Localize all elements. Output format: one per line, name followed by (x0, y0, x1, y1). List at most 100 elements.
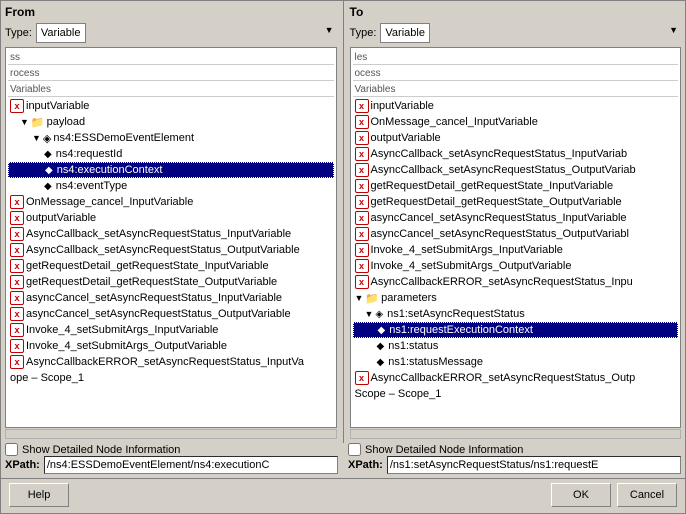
to-type-select-wrapper[interactable]: Variable (380, 23, 681, 43)
from-tree[interactable]: ss rocess Variables x inputVariable ▼ 📁 (5, 47, 337, 428)
var-icon: x (10, 275, 24, 289)
from-xpath-row: XPath: (5, 456, 338, 474)
from-item-asynccancel-in[interactable]: x asyncCancel_setAsyncRequestStatus_Inpu… (8, 290, 334, 306)
to-item-asynccancel-in[interactable]: x asyncCancel_setAsyncRequestStatus_Inpu… (353, 210, 679, 226)
from-item-label: Invoke_4_setSubmitArgs_InputVariable (26, 324, 218, 336)
to-item-getreq-in[interactable]: x getRequestDetail_getRequestState_Input… (353, 178, 679, 194)
to-item-label: Scope – Scope_1 (355, 388, 442, 400)
to-xpath-label: XPath: (348, 459, 383, 471)
to-hscroll[interactable] (350, 429, 682, 439)
from-item-invoke4-out[interactable]: x Invoke_4_setSubmitArgs_OutputVariable (8, 338, 334, 354)
to-type-select[interactable]: Variable (380, 23, 430, 43)
from-item-label: ns4:executionContext (57, 164, 163, 176)
from-item-getreq-in[interactable]: x getRequestDetail_getRequestState_Input… (8, 258, 334, 274)
from-item-label: ope – Scope_1 (10, 372, 84, 384)
to-xpath-input[interactable] (387, 456, 681, 474)
to-item-asyncerror[interactable]: x AsyncCallbackERROR_setAsyncRequestStat… (353, 274, 679, 290)
var-icon: x (355, 211, 369, 225)
to-item-label: Invoke_4_setSubmitArgs_InputVariable (371, 244, 563, 256)
to-item-onmessage[interactable]: x OnMessage_cancel_InputVariable (353, 114, 679, 130)
from-type-select-wrapper[interactable]: Variable (36, 23, 337, 43)
from-tree-inner: ss rocess Variables x inputVariable ▼ 📁 (6, 48, 336, 388)
from-item-payload[interactable]: ▼ 📁 payload (8, 114, 334, 130)
from-item-label: AsyncCallback_setAsyncRequestStatus_Inpu… (26, 228, 291, 240)
var-icon: x (10, 195, 24, 209)
to-item-asyncerror2[interactable]: x AsyncCallbackERROR_setAsyncRequestStat… (353, 370, 679, 386)
from-tree-container: ss rocess Variables x inputVariable ▼ 📁 (5, 47, 337, 439)
from-item-label: getRequestDetail_getRequestState_InputVa… (26, 260, 269, 272)
from-item-label: ns4:ESSDemoEventElement (53, 132, 194, 144)
to-item-label: OnMessage_cancel_InputVariable (371, 116, 538, 128)
to-show-detail-checkbox[interactable] (348, 443, 361, 456)
from-item-label: payload (47, 116, 86, 128)
help-button[interactable]: Help (9, 483, 69, 507)
to-item-scope1[interactable]: Scope – Scope_1 (353, 386, 679, 402)
from-header2: rocess (8, 66, 334, 81)
to-item-label: ns1:status (388, 340, 438, 352)
from-item-inputVariable[interactable]: x inputVariable (8, 98, 334, 114)
to-item-outputvar[interactable]: x outputVariable (353, 130, 679, 146)
from-item-asyncerror[interactable]: x AsyncCallbackERROR_setAsyncRequestStat… (8, 354, 334, 370)
from-item-ns4eventtype[interactable]: ◆ ns4:eventType (8, 178, 334, 194)
to-item-asynccb-out[interactable]: x AsyncCallback_setAsyncRequestStatus_Ou… (353, 162, 679, 178)
to-item-asynccancel-out[interactable]: x asyncCancel_setAsyncRequestStatus_Outp… (353, 226, 679, 242)
var-icon: x (10, 323, 24, 337)
to-item-label: AsyncCallback_setAsyncRequestStatus_Outp… (371, 164, 636, 176)
from-type-select[interactable]: Variable (36, 23, 86, 43)
var-icon: x (355, 227, 369, 241)
var-icon: x (355, 131, 369, 145)
from-item-asynccb-in[interactable]: x AsyncCallback_setAsyncRequestStatus_In… (8, 226, 334, 242)
from-item-scope1[interactable]: ope – Scope_1 (8, 370, 334, 386)
to-item-getreq-out[interactable]: x getRequestDetail_getRequestState_Outpu… (353, 194, 679, 210)
to-item-parameters[interactable]: ▼ 📁 parameters (353, 290, 679, 306)
btn-right-group: OK Cancel (551, 483, 677, 507)
to-item-label: outputVariable (371, 132, 441, 144)
to-panel: To Type: Variable les ocess Variables (346, 1, 686, 443)
diamond-icon: ◆ (44, 181, 52, 192)
cancel-button[interactable]: Cancel (617, 483, 677, 507)
ok-button[interactable]: OK (551, 483, 611, 507)
to-show-detail-label: Show Detailed Node Information (365, 444, 523, 456)
var-icon: x (355, 371, 369, 385)
from-xpath-input[interactable] (44, 456, 338, 474)
from-hscroll[interactable] (5, 429, 337, 439)
to-item-invoke4-in[interactable]: x Invoke_4_setSubmitArgs_InputVariable (353, 242, 679, 258)
from-variables-label: Variables (8, 82, 334, 97)
from-panel: From Type: Variable ss rocess Variables (1, 1, 341, 443)
to-item-label: inputVariable (371, 100, 434, 112)
to-item-ns1status[interactable]: ◆ ns1:status (353, 338, 679, 354)
to-item-label: getRequestDetail_getRequestState_OutputV… (371, 196, 622, 208)
expand-icon: ▼ (365, 309, 374, 319)
to-item-ns1setasync[interactable]: ▼ ◈ ns1:setAsyncRequestStatus (353, 306, 679, 322)
to-header2: ocess (353, 66, 679, 81)
to-tree[interactable]: les ocess Variables x inputVariable x On… (350, 47, 682, 428)
from-item-asynccancel-out[interactable]: x asyncCancel_setAsyncRequestStatus_Outp… (8, 306, 334, 322)
from-item-outputvar[interactable]: x outputVariable (8, 210, 334, 226)
from-type-label: Type: (5, 27, 32, 39)
from-show-detail-checkbox[interactable] (5, 443, 18, 456)
from-show-detail-label: Show Detailed Node Information (22, 444, 180, 456)
to-item-ns1statusmsg[interactable]: ◆ ns1:statusMessage (353, 354, 679, 370)
from-item-ns4execContext[interactable]: ◆ ns4:executionContext (8, 162, 334, 178)
panel-divider (343, 1, 344, 443)
var-icon: x (10, 307, 24, 321)
var-icon: x (355, 115, 369, 129)
var-icon: x (355, 275, 369, 289)
from-item-ns4demo[interactable]: ▼ ◈ ns4:ESSDemoEventElement (8, 130, 334, 146)
from-item-label: asyncCancel_setAsyncRequestStatus_InputV… (26, 292, 282, 304)
from-type-row: Type: Variable (5, 23, 337, 43)
to-item-inputVariable[interactable]: x inputVariable (353, 98, 679, 114)
to-item-ns1reqexec[interactable]: ◆ ns1:requestExecutionContext (353, 322, 679, 338)
from-item-onmessage[interactable]: x OnMessage_cancel_InputVariable (8, 194, 334, 210)
from-item-getreq-out[interactable]: x getRequestDetail_getRequestState_Outpu… (8, 274, 334, 290)
var-icon: x (355, 163, 369, 177)
from-item-asynccb-out[interactable]: x AsyncCallback_setAsyncRequestStatus_Ou… (8, 242, 334, 258)
to-item-asynccb-in[interactable]: x AsyncCallback_setAsyncRequestStatus_In… (353, 146, 679, 162)
from-item-ns4requestid[interactable]: ◆ ns4:requestId (8, 146, 334, 162)
from-item-label: ns4:requestId (56, 148, 123, 160)
expand-icon: ▼ (355, 293, 364, 303)
from-item-invoke4-in[interactable]: x Invoke_4_setSubmitArgs_InputVariable (8, 322, 334, 338)
to-item-invoke4-out[interactable]: x Invoke_4_setSubmitArgs_OutputVariable (353, 258, 679, 274)
var-icon: x (10, 227, 24, 241)
to-item-label: Invoke_4_setSubmitArgs_OutputVariable (371, 260, 572, 272)
